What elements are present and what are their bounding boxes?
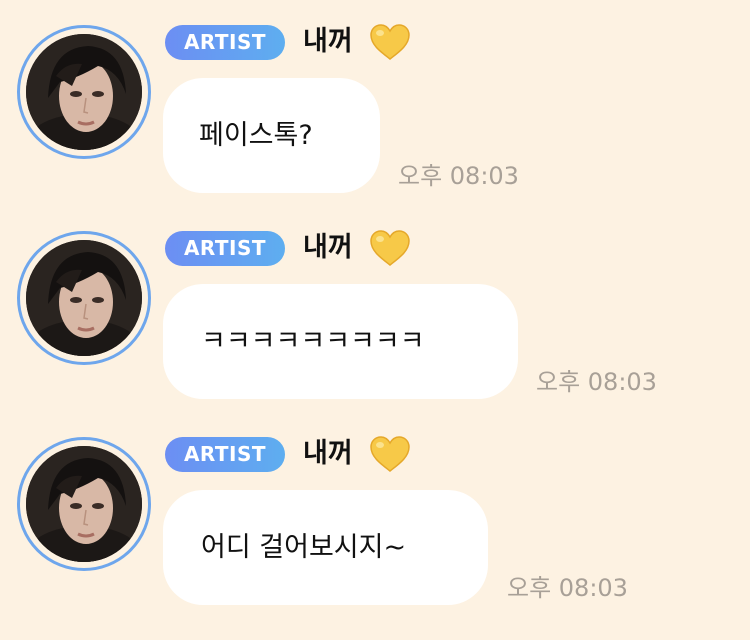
message-timestamp: 오후 08:03	[507, 574, 628, 602]
avatar-photo-graphic	[26, 446, 142, 562]
artist-badge: ARTIST	[165, 437, 285, 472]
sender-name: 내꺼	[303, 438, 353, 469]
yellow-heart-icon	[368, 228, 412, 268]
chat-message: ARTIST 내꺼 어디 걸어보시지~ 오후 08:03	[0, 412, 750, 618]
chat-message: ARTIST 내꺼 ㅋㅋㅋㅋㅋㅋㅋㅋㅋ 오후 08:03	[0, 206, 750, 412]
message-text: 페이스톡?	[199, 120, 313, 151]
message-bubble[interactable]: 페이스톡?	[163, 78, 380, 193]
message-text: ㅋㅋㅋㅋㅋㅋㅋㅋㅋ	[201, 326, 425, 357]
message-bubble[interactable]: ㅋㅋㅋㅋㅋㅋㅋㅋㅋ	[163, 284, 518, 399]
yellow-heart-icon	[368, 22, 412, 62]
avatar-photo	[26, 34, 142, 150]
avatar-photo	[26, 240, 142, 356]
artist-badge: ARTIST	[165, 25, 285, 60]
message-bubble[interactable]: 어디 걸어보시지~	[163, 490, 488, 605]
artist-avatar[interactable]	[17, 25, 151, 159]
yellow-heart-icon	[368, 434, 412, 474]
avatar-photo	[26, 446, 142, 562]
message-timestamp: 오후 08:03	[536, 368, 657, 396]
avatar-photo-graphic	[26, 240, 142, 356]
artist-avatar[interactable]	[17, 437, 151, 571]
artist-avatar[interactable]	[17, 231, 151, 365]
sender-name: 내꺼	[303, 232, 353, 263]
message-text: 어디 걸어보시지~	[201, 532, 407, 563]
avatar-photo-graphic	[26, 34, 142, 150]
artist-badge: ARTIST	[165, 231, 285, 266]
chat-message: ARTIST 내꺼 페이스톡? 오후 08:03	[0, 0, 750, 206]
message-timestamp: 오후 08:03	[398, 162, 519, 190]
sender-name: 내꺼	[303, 26, 353, 57]
